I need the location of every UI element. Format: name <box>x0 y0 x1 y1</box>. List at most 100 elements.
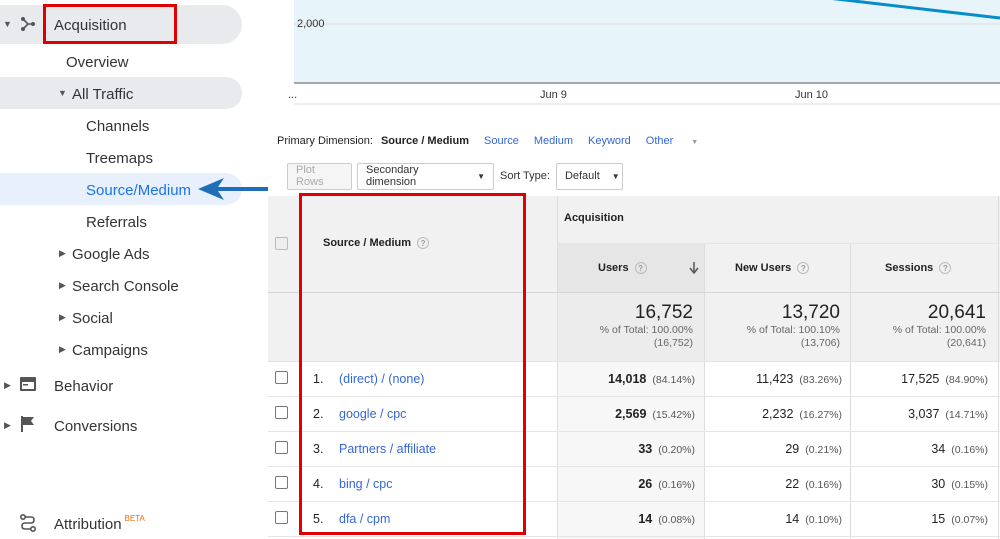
row-checkbox[interactable] <box>275 511 288 524</box>
nav-google-ads-label: Google Ads <box>72 245 150 263</box>
help-icon[interactable]: ? <box>797 262 810 275</box>
acquisition-highlight-box <box>43 4 177 44</box>
caret-right-icon[interactable]: ▶ <box>59 248 66 259</box>
total-users: 16,752 % of Total: 100.00% (16,752) <box>558 302 693 350</box>
caret-right-icon[interactable]: ▶ <box>59 280 66 291</box>
total-sessions: 20,641 % of Total: 100.00% (20,641) <box>851 302 986 350</box>
sort-descending-icon[interactable] <box>689 262 699 274</box>
row-new-users-value: 22 <box>785 477 800 491</box>
row-sessions-pct: (0.16%) <box>951 444 988 456</box>
total-new-users-abs: (13,706) <box>800 337 840 349</box>
caret-right-icon[interactable]: ▶ <box>59 344 66 355</box>
chart-svg <box>294 0 1000 105</box>
acquisition-header-label: Acquisition <box>564 212 624 224</box>
total-users-value: 16,752 <box>634 302 693 323</box>
total-new-users-pct: % of Total: 100.10% <box>746 324 840 336</box>
row-sessions: 3,037 (14.71%) <box>851 407 988 421</box>
nav-google-ads[interactable]: Google Ads <box>72 245 150 263</box>
row-sessions-value: 30 <box>931 477 946 491</box>
acquisition-icon <box>21 17 35 31</box>
nav-behavior[interactable]: Behavior <box>54 377 113 395</box>
nav-campaigns[interactable]: Campaigns <box>72 341 148 359</box>
dimension-option-keyword[interactable]: Keyword <box>588 135 631 149</box>
nav-conversions-label: Conversions <box>54 417 138 435</box>
flag-icon <box>21 416 34 432</box>
users-column-header[interactable]: Users? <box>598 262 647 275</box>
row-new-users: 22 (0.16%) <box>705 477 842 491</box>
caret-right-icon[interactable]: ▶ <box>4 420 11 431</box>
data-table: Source / Medium? Acquisition Users? New … <box>268 193 1000 539</box>
users-header-label: Users <box>598 262 629 274</box>
nav-search-console[interactable]: Search Console <box>72 277 179 295</box>
caret-right-icon[interactable]: ▶ <box>4 380 11 391</box>
secondary-dimension-label: Secondary dimension <box>366 164 419 188</box>
row-new-users-value: 2,232 <box>762 407 794 421</box>
attribution-icon <box>20 514 36 532</box>
caret-right-icon[interactable]: ▶ <box>59 312 66 323</box>
nav-referrals[interactable]: Referrals <box>86 213 147 231</box>
sessions-column-header[interactable]: Sessions? <box>885 262 952 275</box>
nav-overview[interactable]: Overview <box>66 53 129 71</box>
row-checkbox[interactable] <box>275 371 288 384</box>
sidebar: ▼ Acquisition Overview ▼ All Traffic Cha… <box>0 0 268 539</box>
arrow-left-icon <box>198 178 268 200</box>
nav-channels[interactable]: Channels <box>86 117 149 135</box>
sessions-header-label: Sessions <box>885 262 934 274</box>
row-sessions: 30 (0.15%) <box>851 477 988 491</box>
nav-campaigns-label: Campaigns <box>72 341 148 359</box>
help-icon[interactable]: ? <box>634 262 647 275</box>
chart-x-tick-start: ... <box>288 89 298 101</box>
total-new-users: 13,720 % of Total: 100.10% (13,706) <box>705 302 840 350</box>
row-new-users-value: 14 <box>785 512 800 526</box>
nav-all-traffic-label: All Traffic <box>72 85 134 103</box>
dimension-option-source[interactable]: Source <box>484 135 519 149</box>
caret-down-icon[interactable]: ▼ <box>3 19 12 29</box>
behavior-icon <box>20 377 36 391</box>
select-all-checkbox[interactable] <box>275 237 288 250</box>
row-sessions-value: 17,525 <box>901 372 940 386</box>
help-icon[interactable]: ? <box>939 262 952 275</box>
secondary-dimension-dropdown[interactable]: Secondary dimension ▼ <box>357 162 494 190</box>
new-users-header-label: New Users <box>735 262 792 274</box>
row-new-users-pct: (83.26%) <box>799 374 842 386</box>
row-users-pct: (0.16%) <box>658 479 695 491</box>
dimension-option-medium[interactable]: Medium <box>534 135 573 149</box>
nav-all-traffic[interactable]: All Traffic <box>72 85 133 103</box>
nav-overview-label: Overview <box>66 53 129 71</box>
row-new-users: 2,232 (16.27%) <box>705 407 842 421</box>
row-checkbox[interactable] <box>275 476 288 489</box>
beta-badge: BETA <box>124 513 145 523</box>
dimension-option-other[interactable]: Other ▼ <box>646 135 713 149</box>
row-new-users-pct: (0.10%) <box>805 514 842 526</box>
plot-rows-button[interactable]: Plot Rows <box>287 162 352 190</box>
caret-down-icon[interactable]: ▼ <box>58 88 67 98</box>
nav-social[interactable]: Social <box>72 309 113 327</box>
nav-source-medium[interactable]: Source/Medium <box>86 181 191 199</box>
nav-treemaps[interactable]: Treemaps <box>86 149 153 167</box>
row-checkbox[interactable] <box>275 406 288 419</box>
row-users: 33 (0.20%) <box>558 442 695 456</box>
nav-conversions[interactable]: Conversions <box>54 417 137 435</box>
chevron-down-icon: ▼ <box>691 139 699 146</box>
row-users-pct: (0.20%) <box>658 444 695 456</box>
sort-type-dropdown[interactable]: Default ▼ <box>555 162 623 190</box>
row-users-value: 14,018 <box>608 372 647 386</box>
row-new-users: 29 (0.21%) <box>705 442 842 456</box>
row-users: 14 (0.08%) <box>558 512 695 526</box>
nav-source-medium-label: Source/Medium <box>86 181 192 199</box>
row-sessions-pct: (0.15%) <box>951 479 988 491</box>
nav-attribution[interactable]: Attribution BETA <box>54 513 145 533</box>
new-users-column-header[interactable]: New Users? <box>735 262 810 275</box>
sort-type-value: Default <box>564 170 600 182</box>
total-users-abs: (16,752) <box>653 337 693 349</box>
row-divider <box>558 243 1000 244</box>
row-checkbox[interactable] <box>275 441 288 454</box>
total-users-pct: % of Total: 100.00% <box>599 324 693 336</box>
row-sessions: 15 (0.07%) <box>851 512 988 526</box>
row-sessions-value: 34 <box>931 442 946 456</box>
primary-dimension-bar: Primary Dimension: Source / Medium Sourc… <box>277 135 728 149</box>
row-users-pct: (0.08%) <box>658 514 695 526</box>
nav-search-console-label: Search Console <box>72 277 179 295</box>
chevron-down-icon: ▼ <box>611 171 620 181</box>
nav-referrals-label: Referrals <box>86 213 147 231</box>
